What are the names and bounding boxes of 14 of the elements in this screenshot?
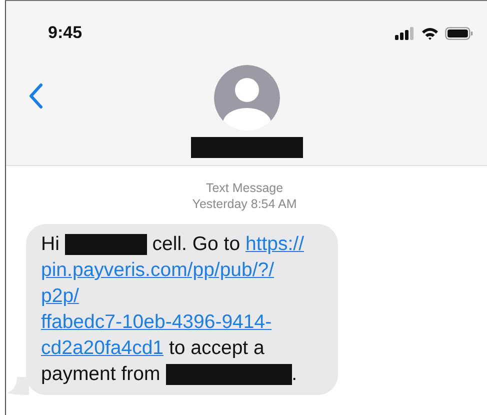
service-label: Text Message	[206, 180, 284, 196]
message-text: Hi cell. Go to https:// pin.payveris.com/pp/pub/?/ p2p/ ffabedc7-10eb-4396-9414- cd2a20fa4cd1 to accept a payment from .	[41, 232, 306, 387]
back-icon[interactable]	[28, 83, 44, 109]
wifi-icon	[421, 26, 439, 40]
avatar-icon	[214, 65, 280, 131]
url-link[interactable]: pin.payveris.com/pp/pub/?/	[41, 259, 274, 281]
url-link[interactable]: ffabedc7-10eb-4396-9414-	[41, 311, 272, 333]
url-link[interactable]: p2p/	[41, 285, 79, 307]
signal-icon	[395, 26, 415, 40]
url-link[interactable]: https://	[245, 233, 304, 255]
url-link[interactable]: cd2a20fa4cd1	[41, 337, 164, 359]
status-time: 9:45	[48, 23, 82, 43]
message-timestamp: Yesterday 8:54 AM	[192, 196, 297, 212]
battery-icon	[445, 26, 473, 40]
